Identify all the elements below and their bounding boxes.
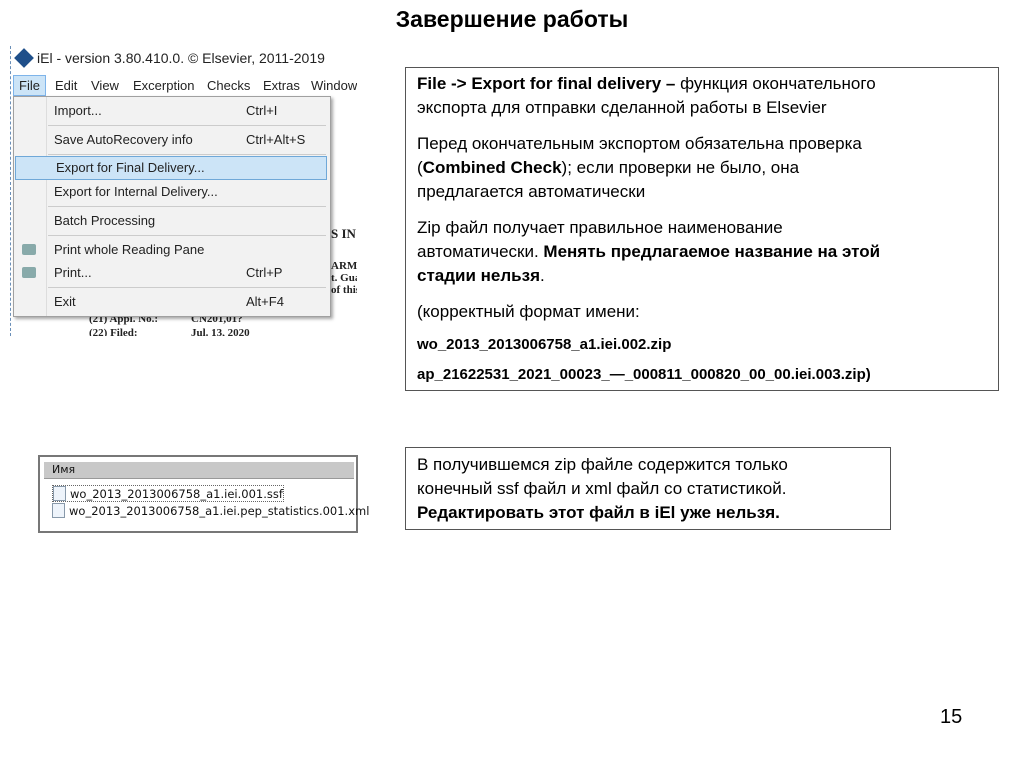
menu-item-print-reading-pane[interactable]: Print whole Reading Pane [14, 239, 328, 261]
menu-window[interactable]: Window [311, 78, 357, 93]
text: автоматически. [417, 242, 544, 261]
window-title-text: iEl - version 3.80.410.0. © Elsevier, 20… [37, 50, 325, 66]
menu-item-import[interactable]: Import... Ctrl+I [14, 100, 328, 122]
export-info-box: File -> Export for final delivery – функ… [405, 67, 999, 391]
iel-menu-screenshot: iEl - version 3.80.410.0. © Elsevier, 20… [10, 46, 357, 336]
menu-checks[interactable]: Checks [207, 78, 250, 93]
menu-extras[interactable]: Extras [263, 78, 300, 93]
text: Batch Processing [54, 213, 156, 228]
text: wo_2013_2013006758_a1.iei.002.zip [417, 336, 672, 353]
menu-item-save-autorecovery[interactable]: Save AutoRecovery info Ctrl+Alt+S [14, 129, 328, 151]
ssf-file-icon [53, 486, 66, 501]
text: Export for Internal Delivery... [54, 184, 218, 199]
text: стадии нельзя [417, 266, 540, 285]
print-preview-icon [22, 244, 36, 255]
window-title: iEl - version 3.80.410.0. © Elsevier, 20… [14, 48, 325, 68]
zip-file-list: Имя wo_2013_2013006758_a1.iei.001.ssf wo… [38, 455, 369, 533]
text: ); если проверки не было, она [561, 158, 800, 177]
menu-excerption[interactable]: Excerption [133, 78, 194, 93]
text: ap_21622531_2021_00023_—_000811_000820_0… [417, 366, 871, 383]
menu-item-exit[interactable]: Exit Alt+F4 [14, 291, 328, 313]
text: Save AutoRecovery info [54, 132, 193, 147]
text: Import... [54, 103, 102, 118]
text: File -> Export for final delivery – [417, 74, 676, 93]
page-number: 15 [940, 706, 963, 728]
text: Имя [52, 463, 76, 476]
text: В получившемся zip файле содержится толь… [417, 455, 788, 474]
iel-logo-icon [14, 48, 34, 68]
doc-text: of this [331, 284, 357, 296]
menubar: File Edit View Excerption Checks Extras … [11, 75, 357, 97]
menu-file[interactable]: File [13, 75, 46, 96]
text: Редактировать этот файл в iEl уже нельзя… [417, 503, 780, 522]
text: (корректный формат имени: [417, 302, 640, 321]
doc-text: S IN [331, 226, 356, 241]
menu-item-print[interactable]: Print... Ctrl+P [14, 262, 328, 284]
doc-text: Jul. 13, 2020 [191, 327, 250, 336]
text: Ctrl+P [246, 265, 283, 280]
text: функция окончательного [675, 74, 876, 93]
text: Exit [54, 294, 76, 309]
text: Менять предлагаемое название на этой [543, 242, 881, 261]
text: Перед окончательным экспортом обязательн… [417, 134, 862, 153]
text: Zip файл получает правильное наименовани… [417, 218, 783, 237]
text: Combined Check [422, 158, 562, 177]
doc-text: t. Gua [331, 272, 357, 284]
text: Alt+F4 [246, 294, 284, 309]
menu-item-batch-processing[interactable]: Batch Processing [14, 210, 328, 232]
text: экспорта для отправки сделанной работы в… [417, 98, 827, 117]
doc-text: ARM [331, 260, 357, 272]
xml-file-icon [52, 503, 65, 518]
column-header-name[interactable]: Имя [44, 462, 354, 479]
text: предлагается автоматически [417, 182, 646, 201]
text: Print whole Reading Pane [54, 242, 205, 257]
zip-content-box: В получившемся zip файле содержится толь… [405, 447, 891, 530]
text: конечный ssf файл и xml файл со статисти… [417, 479, 787, 498]
doc-text: (22) Filed: [89, 327, 138, 336]
menu-item-export-internal-delivery[interactable]: Export for Internal Delivery... [14, 181, 328, 203]
text: Export for Final Delivery... [56, 160, 205, 175]
text: Ctrl+I [246, 103, 278, 118]
file-row[interactable]: wo_2013_2013006758_a1.iei.pep_statistics… [52, 503, 369, 518]
menu-item-export-final-delivery[interactable]: Export for Final Delivery... [15, 156, 327, 180]
text: . [540, 266, 545, 285]
text: wo_2013_2013006758_a1.iei.pep_statistics… [69, 504, 370, 518]
slide-title: Завершение работы [395, 6, 629, 32]
file-row[interactable]: wo_2013_2013006758_a1.iei.001.ssf [52, 485, 284, 502]
file-menu-dropdown: Import... Ctrl+I Save AutoRecovery info Ct… [13, 96, 331, 317]
menu-edit[interactable]: Edit [55, 78, 77, 93]
text: wo_2013_2013006758_a1.iei.001.ssf [70, 487, 283, 501]
printer-icon [22, 267, 36, 278]
menu-view[interactable]: View [91, 78, 119, 93]
text: Print... [54, 265, 92, 280]
text: Ctrl+Alt+S [246, 132, 306, 147]
